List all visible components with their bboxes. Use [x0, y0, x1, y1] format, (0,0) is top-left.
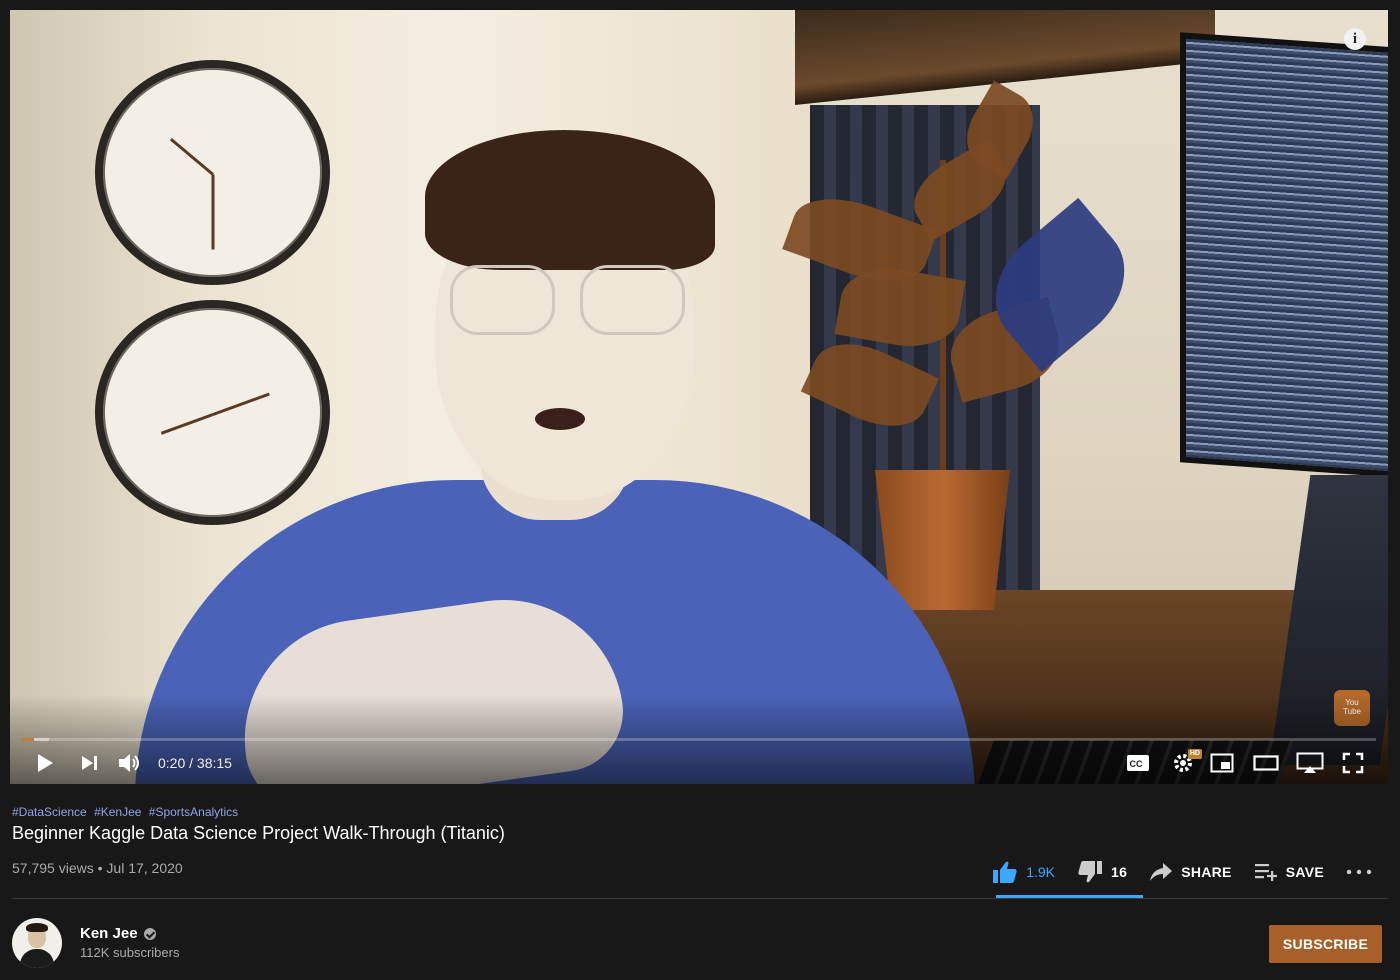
- miniplayer-icon: [1210, 753, 1234, 773]
- volume-icon: [119, 754, 139, 772]
- hd-badge: HD: [1187, 749, 1202, 759]
- duration: 38:15: [196, 755, 232, 771]
- more-actions-button[interactable]: [1346, 869, 1380, 875]
- share-icon: [1150, 863, 1173, 881]
- theater-mode-button[interactable]: [1251, 748, 1281, 778]
- like-ratio-bar: [996, 895, 1143, 898]
- cast-button[interactable]: [1294, 748, 1326, 778]
- miniplayer-button[interactable]: [1207, 748, 1237, 778]
- progress-played: [22, 738, 34, 741]
- scene-monitor: [1180, 32, 1388, 478]
- theater-icon: [1253, 755, 1279, 771]
- channel-name[interactable]: Ken Jee: [80, 925, 138, 942]
- play-icon: [38, 754, 53, 772]
- channel-avatar[interactable]: [12, 918, 62, 968]
- wall-clock-top: [95, 60, 330, 285]
- settings-button[interactable]: HD: [1168, 748, 1202, 778]
- player-controls: 0:20 / 38:15 CC HD: [10, 748, 1388, 778]
- hashtag-link[interactable]: #KenJee: [94, 805, 141, 819]
- captions-button[interactable]: CC: [1123, 748, 1153, 778]
- section-divider: [12, 898, 1388, 899]
- fullscreen-button[interactable]: [1338, 748, 1368, 778]
- next-button[interactable]: [76, 748, 102, 778]
- view-count: 57,795 views: [12, 860, 94, 876]
- progress-bar[interactable]: [22, 738, 1376, 741]
- svg-text:CC: CC: [1130, 759, 1143, 769]
- time-display: 0:20 / 38:15: [158, 755, 232, 771]
- wall-clock-bottom: [95, 300, 330, 525]
- upload-date: Jul 17, 2020: [106, 860, 183, 876]
- save-button[interactable]: SAVE: [1254, 862, 1324, 882]
- playlist-add-icon: [1254, 864, 1277, 881]
- like-button[interactable]: 1.9K: [992, 860, 1055, 884]
- more-icon: [1346, 869, 1372, 875]
- hashtag-link[interactable]: #SportsAnalytics: [149, 805, 238, 819]
- video-actions: 1.9K 16 SHARE SAVE: [970, 858, 1380, 886]
- video-player[interactable]: i YouTube 0:20 / 38:15 CC HD: [10, 10, 1388, 784]
- like-count: 1.9K: [1026, 864, 1055, 880]
- thumbs-up-icon: [993, 861, 1017, 883]
- video-info-icon[interactable]: i: [1344, 28, 1366, 50]
- meta-separator: •: [97, 860, 103, 876]
- dislike-button[interactable]: 16: [1077, 860, 1127, 884]
- person-hair: [425, 130, 715, 270]
- save-label: SAVE: [1285, 864, 1324, 880]
- captions-icon: CC: [1127, 755, 1149, 771]
- volume-button[interactable]: [116, 748, 144, 778]
- verified-icon: [143, 927, 156, 940]
- cast-icon: [1296, 752, 1324, 773]
- dislike-count: 16: [1111, 864, 1128, 880]
- subscriber-count: 112K subscribers: [80, 945, 180, 960]
- channel-name-row[interactable]: Ken Jee: [80, 925, 156, 942]
- share-label: SHARE: [1181, 864, 1232, 880]
- fullscreen-icon: [1342, 752, 1364, 774]
- share-button[interactable]: SHARE: [1149, 862, 1232, 882]
- play-button[interactable]: [32, 748, 58, 778]
- hashtag-link[interactable]: #DataScience: [12, 805, 87, 819]
- hashtag-list: #DataScience #KenJee #SportsAnalytics: [12, 805, 242, 819]
- subscribe-button[interactable]: SUBSCRIBE: [1269, 925, 1382, 963]
- video-meta: 57,795 views • Jul 17, 2020: [12, 860, 183, 876]
- video-title: Beginner Kaggle Data Science Project Wal…: [12, 823, 505, 843]
- time-separator: /: [185, 755, 197, 771]
- next-icon: [82, 756, 97, 770]
- video-frame: [10, 10, 1388, 784]
- thumbs-down-icon: [1078, 861, 1102, 883]
- current-time: 0:20: [158, 755, 186, 771]
